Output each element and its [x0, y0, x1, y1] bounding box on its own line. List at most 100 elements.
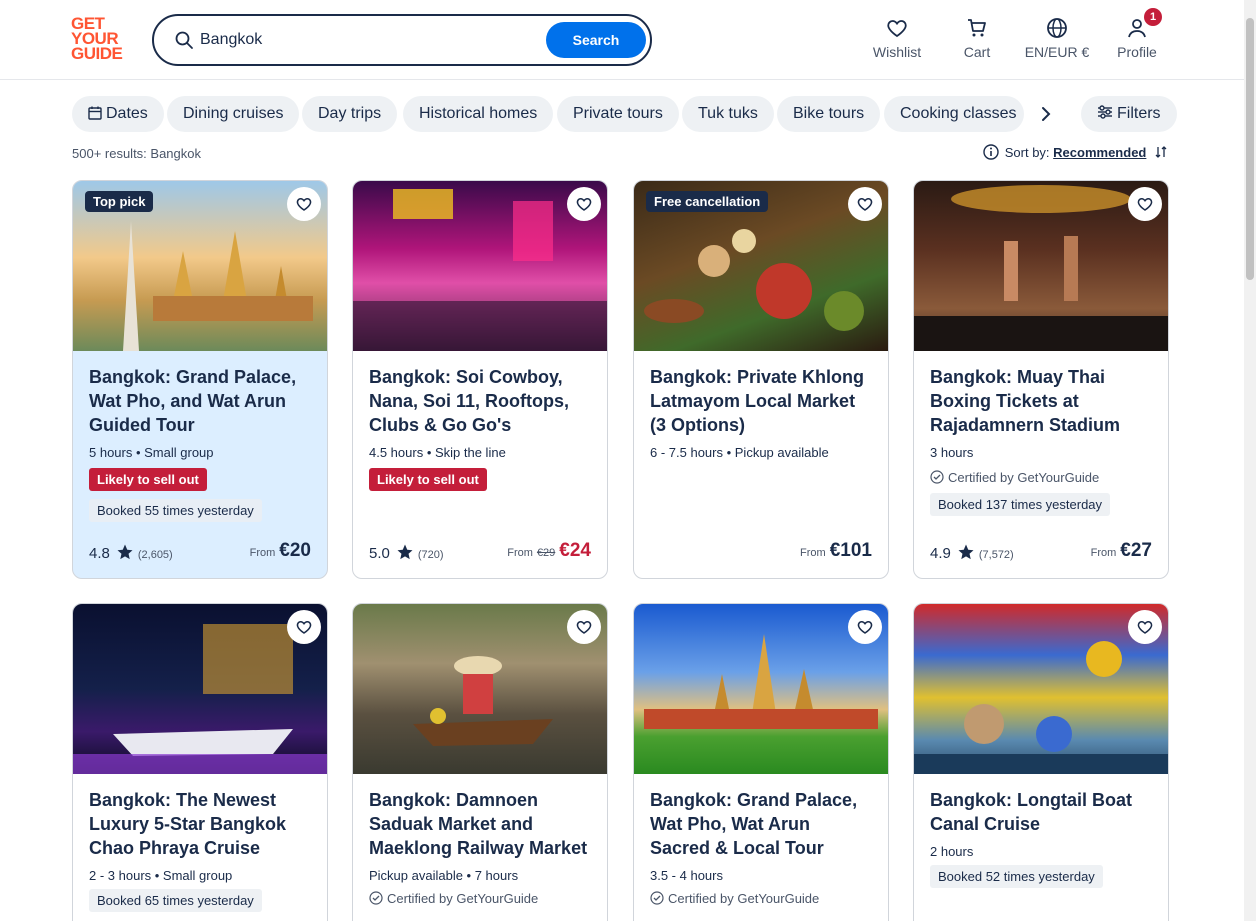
booked-badge: Booked 137 times yesterday: [930, 493, 1111, 516]
scrollbar-thumb[interactable]: [1246, 18, 1254, 280]
cart-icon: [968, 19, 986, 37]
info-icon: [983, 144, 999, 160]
activity-card[interactable]: Bangkok: Grand Palace, Wat Pho, Wat Arun…: [633, 603, 889, 921]
rating-value: 4.9: [930, 545, 951, 562]
heart-icon: [1137, 620, 1153, 634]
activity-card[interactable]: Bangkok: Muay Thai Boxing Tickets at Raj…: [913, 180, 1169, 579]
check-circle-icon: [369, 891, 383, 905]
activity-card[interactable]: Top pick Bangkok: Grand Palace, Wat Pho,…: [72, 180, 328, 579]
free-cancellation-badge: Free cancellation: [646, 191, 769, 212]
sort-control[interactable]: Sort by: Recommended: [983, 144, 1168, 160]
chip-dining-cruises[interactable]: Dining cruises: [167, 96, 300, 132]
chip-historical-homes[interactable]: Historical homes: [403, 96, 554, 132]
sort-value[interactable]: Recommended: [1053, 145, 1146, 160]
activity-meta: 2 - 3 hours • Small group: [89, 868, 233, 883]
star-icon: [117, 544, 133, 560]
results-count: 500+ results: Bangkok: [72, 146, 201, 161]
wishlist-toggle[interactable]: [848, 610, 882, 644]
wishlist-toggle[interactable]: [567, 610, 601, 644]
nav-profile[interactable]: 1 Profile: [1116, 8, 1162, 60]
original-price: €29: [536, 547, 556, 559]
nav-profile-label: Profile: [1117, 44, 1157, 60]
certified-label: Certified by GetYourGuide: [650, 891, 872, 906]
activity-title[interactable]: Bangkok: Grand Palace, Wat Pho, Wat Arun…: [650, 788, 872, 860]
wishlist-toggle[interactable]: [1128, 187, 1162, 221]
logo-line-3: GUIDE: [71, 44, 123, 63]
rating-value: 4.8: [89, 545, 110, 562]
star-icon: [958, 544, 974, 560]
activity-card[interactable]: Free cancellation Bangkok: Private Khlon…: [633, 180, 889, 579]
chip-cooking-classes[interactable]: Cooking classes: [884, 96, 1024, 132]
filters-label: Filters: [1117, 105, 1161, 122]
activity-card[interactable]: Bangkok: The Newest Luxury 5-Star Bangko…: [72, 603, 328, 921]
activity-title[interactable]: Bangkok: Damnoen Saduak Market and Maekl…: [369, 788, 591, 860]
globe-icon: [1047, 18, 1067, 38]
price-from-label: From: [507, 547, 533, 559]
chip-tuk-tuks[interactable]: Tuk tuks: [682, 96, 774, 132]
search-bar: Search: [152, 14, 652, 66]
sell-out-badge: Likely to sell out: [369, 468, 487, 491]
heart-icon: [296, 620, 312, 634]
chip-dates[interactable]: Dates: [72, 96, 164, 132]
nav-language[interactable]: EN/EUR €: [1022, 16, 1092, 60]
chip-label: Private tours: [573, 105, 663, 122]
review-count: (7,572): [978, 549, 1014, 561]
wishlist-toggle[interactable]: [287, 187, 321, 221]
chip-label: Tuk tuks: [698, 105, 758, 122]
chip-label: Dining cruises: [183, 105, 284, 122]
wishlist-toggle[interactable]: [567, 187, 601, 221]
activity-title[interactable]: Bangkok: Soi Cowboy, Nana, Soi 11, Rooft…: [369, 365, 591, 437]
check-circle-icon: [930, 470, 944, 484]
chip-private-tours[interactable]: Private tours: [557, 96, 679, 132]
activity-card[interactable]: Bangkok: Soi Cowboy, Nana, Soi 11, Rooft…: [352, 180, 608, 579]
activity-meta: Pickup available • 7 hours: [369, 868, 519, 883]
wishlist-toggle[interactable]: [1128, 610, 1162, 644]
filters-button[interactable]: Filters: [1081, 96, 1177, 132]
price-from-label: From: [1090, 547, 1117, 559]
review-count: (720): [417, 549, 444, 561]
sliders-icon: [1098, 105, 1112, 119]
activity-title[interactable]: Bangkok: The Newest Luxury 5-Star Bangko…: [89, 788, 311, 860]
getyourguide-logo[interactable]: GET YOUR GUIDE: [71, 15, 131, 64]
chip-bike-tours[interactable]: Bike tours: [777, 96, 881, 132]
certified-text: Certified by GetYourGuide: [668, 891, 820, 906]
activity-card[interactable]: Bangkok: Longtail Boat Canal Cruise 2 ho…: [913, 603, 1169, 921]
activity-title[interactable]: Bangkok: Private Khlong Latmayom Local M…: [650, 365, 872, 437]
activity-meta: 3.5 - 4 hours: [650, 868, 723, 883]
activity-card[interactable]: Bangkok: Damnoen Saduak Market and Maekl…: [352, 603, 608, 921]
activity-meta: 5 hours • Small group: [89, 445, 214, 460]
activity-price: From €27: [1091, 540, 1152, 562]
search-input[interactable]: [200, 26, 530, 54]
activity-rating: 4.8 (2,605): [89, 543, 173, 562]
chip-label: Day trips: [318, 105, 382, 122]
activity-rating: 4.9 (7,572): [930, 543, 1014, 562]
booked-badge: Booked 65 times yesterday: [89, 889, 262, 912]
activity-image-grand-palace: Top pick: [73, 181, 327, 351]
activity-rating: 5.0 (720): [369, 543, 444, 562]
chip-day-trips[interactable]: Day trips: [302, 96, 398, 132]
star-icon: [397, 544, 413, 560]
chip-label: Dates: [106, 105, 148, 122]
price-value: €20: [279, 540, 311, 561]
wishlist-toggle[interactable]: [287, 610, 321, 644]
nav-cart[interactable]: Cart: [960, 16, 994, 60]
activity-title[interactable]: Bangkok: Grand Palace, Wat Pho, and Wat …: [89, 365, 311, 437]
activity-title[interactable]: Bangkok: Longtail Boat Canal Cruise: [930, 788, 1152, 836]
chevron-right-icon[interactable]: [1034, 102, 1058, 126]
page-scrollbar[interactable]: [1244, 0, 1256, 921]
site-header: GET YOUR GUIDE Search Wishlist Cart EN/E…: [0, 0, 1244, 80]
certified-text: Certified by GetYourGuide: [948, 470, 1100, 485]
activity-price: From €29 €24: [507, 540, 591, 562]
profile-notification-badge: 1: [1144, 8, 1162, 26]
nav-wishlist[interactable]: Wishlist: [872, 16, 922, 60]
heart-icon: [887, 20, 907, 38]
wishlist-toggle[interactable]: [848, 187, 882, 221]
activity-title[interactable]: Bangkok: Muay Thai Boxing Tickets at Raj…: [930, 365, 1152, 437]
search-button[interactable]: Search: [546, 22, 646, 58]
nav-wishlist-label: Wishlist: [872, 44, 922, 60]
activity-image-cruise: [73, 604, 327, 774]
rating-value: 5.0: [369, 545, 390, 562]
activity-meta: 6 - 7.5 hours • Pickup available: [650, 445, 829, 460]
chip-label: Historical homes: [419, 105, 538, 122]
nav-cart-label: Cart: [963, 44, 991, 60]
